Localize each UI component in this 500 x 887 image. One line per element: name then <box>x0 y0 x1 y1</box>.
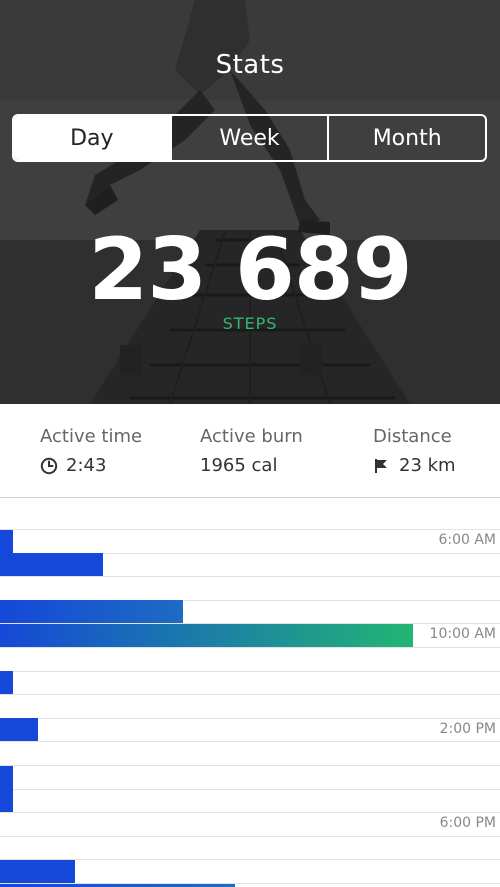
page-title: Stats <box>215 50 285 80</box>
chart-bar <box>0 600 183 624</box>
chart-gridline <box>0 859 500 861</box>
chart-gridline <box>0 812 500 814</box>
chart-bar <box>0 789 13 813</box>
stat-active-time: Active time 2:43 <box>40 426 142 476</box>
stats-summary: Active time 2:43 Active burn 1965 cal Di… <box>0 404 500 498</box>
chart-gridline <box>0 576 500 578</box>
period-segmented-control: Day Week Month <box>12 114 487 162</box>
chart-bar <box>0 718 38 742</box>
chart-gridline <box>0 765 500 766</box>
chart-gridline <box>0 741 500 743</box>
flag-icon <box>375 458 387 473</box>
steps-count: 23 689 <box>88 220 412 320</box>
chart-gridline <box>0 529 500 530</box>
distance-value: 23 km <box>399 455 456 476</box>
chart-bar <box>0 553 103 577</box>
active-time-label: Active time <box>40 426 143 447</box>
chart-bar <box>0 623 413 647</box>
stat-distance: Distance 23 km <box>373 426 456 476</box>
hourly-steps-chart: 6:00 AM 10:00 AM 2:00 PM 6:00 PM <box>0 499 500 887</box>
active-time-value: 2:43 <box>66 455 107 476</box>
chart-gridline <box>0 717 500 719</box>
chart-gridline <box>0 835 500 837</box>
chart-bar <box>0 765 13 789</box>
stat-active-burn: Active burn 1965 cal <box>200 426 303 476</box>
active-burn-value: 1965 cal <box>200 455 278 476</box>
chart-time-label: 10:00 AM <box>423 626 496 643</box>
chart-gridline <box>0 670 500 672</box>
chart-time-label: 2:00 PM <box>433 720 496 737</box>
hero-section: Stats Day Week Month 23 689 STEPS <box>0 0 500 404</box>
chart-gridline <box>0 694 500 696</box>
chart-gridline <box>0 647 500 648</box>
chart-time-label: 6:00 AM <box>432 531 496 548</box>
tab-week[interactable]: Week <box>172 116 330 160</box>
tab-month[interactable]: Month <box>329 116 485 160</box>
active-burn-label: Active burn <box>200 426 303 447</box>
steps-label: STEPS <box>222 314 278 333</box>
tab-day[interactable]: Day <box>14 116 172 160</box>
chart-bar <box>0 671 13 695</box>
chart-gridline <box>0 788 500 790</box>
distance-label: Distance <box>373 426 452 447</box>
chart-bar <box>0 883 235 887</box>
chart-bar <box>0 859 75 883</box>
chart-bar <box>0 529 13 553</box>
chart-time-label: 6:00 PM <box>433 815 496 831</box>
clock-icon <box>40 457 58 474</box>
